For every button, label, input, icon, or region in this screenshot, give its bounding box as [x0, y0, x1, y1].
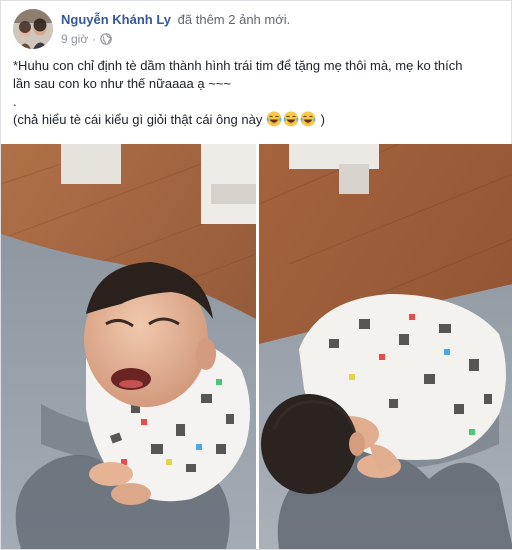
author-name-link[interactable]: Nguyễn Khánh Ly	[61, 12, 171, 27]
post-text-closing-paren: )	[320, 112, 325, 127]
laughing-tears-emoji-1	[266, 111, 282, 127]
post-text-line-3: .	[13, 94, 17, 109]
post-text-line-4-text: (chả hiểu tè cái kiểu gì giỏi thật cái ô…	[13, 112, 263, 127]
post-text: *Huhu con chỉ định tè dầm thành hình trá…	[13, 57, 501, 129]
laughing-tears-emoji-2	[283, 111, 299, 127]
globe-icon[interactable]	[100, 33, 113, 45]
laughing-tears-emoji-3	[300, 111, 316, 127]
separator-dot: ·	[92, 32, 97, 46]
post-meta: Nguyễn Khánh Ly đã thêm 2 ảnh mới. 9 giờ…	[61, 11, 290, 46]
post-header: Nguyễn Khánh Ly đã thêm 2 ảnh mới. 9 giờ…	[13, 9, 290, 51]
post-text-line-4: (chả hiểu tè cái kiểu gì giỏi thật cái ô…	[13, 111, 501, 129]
photo-crying-toddler[interactable]	[1, 144, 256, 549]
timestamp-link[interactable]: 9 giờ	[61, 32, 88, 46]
post-text-line-1: *Huhu con chỉ định tè dầm thành hình trá…	[13, 58, 463, 73]
avatar[interactable]	[13, 9, 53, 49]
photo-grid	[1, 144, 512, 549]
post-text-line-2: lần sau con ko như thế nữaaaa ạ ~~~	[13, 76, 231, 91]
post-title-line: Nguyễn Khánh Ly đã thêm 2 ảnh mới.	[61, 11, 290, 28]
photo-toddler-face-down[interactable]	[259, 144, 512, 549]
facebook-post: Nguyễn Khánh Ly đã thêm 2 ảnh mới. 9 giờ…	[0, 0, 512, 550]
post-action-text: đã thêm 2 ảnh mới.	[177, 12, 291, 27]
avatar-image	[13, 9, 53, 49]
post-subtitle: 9 giờ ·	[61, 32, 290, 46]
